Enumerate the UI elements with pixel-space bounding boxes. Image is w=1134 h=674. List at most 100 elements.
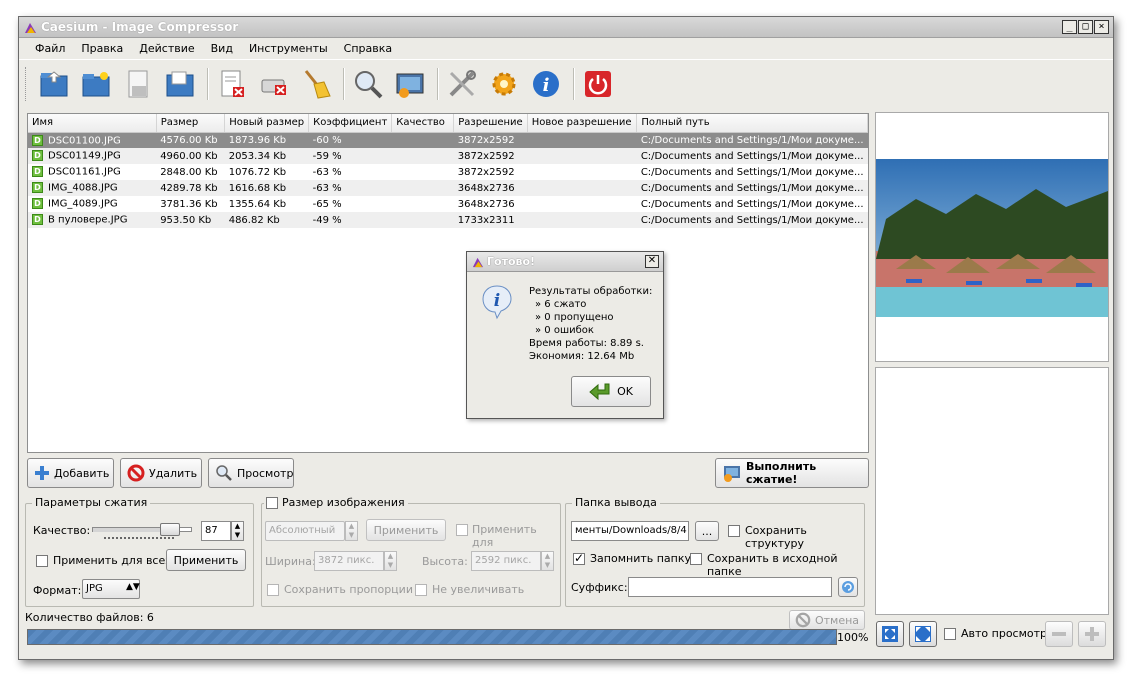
refresh-suffix-button[interactable] xyxy=(838,577,858,597)
forbidden-icon xyxy=(127,464,145,482)
col-size[interactable]: Размер xyxy=(156,114,226,133)
col-resolution[interactable]: Разрешение xyxy=(453,114,528,133)
width-spinner[interactable]: ▲ ▼ xyxy=(384,551,397,571)
quality-slider-fill xyxy=(93,528,163,532)
keep-structure-checkbox[interactable] xyxy=(728,525,740,537)
apply-all-label: Применить для всех xyxy=(53,554,172,567)
width-input[interactable]: 3872 пикс. xyxy=(314,551,384,571)
plus-disabled-icon xyxy=(1085,627,1099,641)
col-quality[interactable]: Качество xyxy=(391,114,455,133)
save-icon[interactable] xyxy=(119,65,157,103)
browse-button[interactable]: ... xyxy=(695,521,719,541)
quality-input[interactable]: 87 xyxy=(201,521,231,541)
table-row[interactable]: D IMG_4089.JPG 3781.36 Kb 1355.64 Kb -65 % 36… xyxy=(28,196,868,212)
zoom-in-button[interactable] xyxy=(1078,621,1106,647)
table-row[interactable]: D IMG_4088.JPG 4289.78 Kb 1616.68 Kb -63 % 36… xyxy=(28,180,868,196)
power-icon[interactable] xyxy=(579,65,617,103)
table-cell: 1873.96 Kb xyxy=(224,132,309,148)
remember-folder-checkbox[interactable] xyxy=(573,551,585,565)
cancel-button[interactable]: Отмена xyxy=(789,610,865,630)
quality-spinner[interactable]: ▲ ▼ xyxy=(231,521,244,541)
open-folder-icon[interactable] xyxy=(35,65,73,103)
table-cell: -59 % xyxy=(308,148,392,164)
table-cell: C:/Documents and Settings/1/Мои докуме..… xyxy=(636,148,868,164)
ok-button[interactable]: OK xyxy=(571,376,651,407)
output-path-input[interactable]: менты/Downloads/8/4 xyxy=(571,521,689,541)
image-size-checkbox[interactable] xyxy=(266,497,278,509)
format-label: Формат: xyxy=(33,584,82,597)
fullscreen-button[interactable] xyxy=(909,621,937,647)
file-type-icon: D xyxy=(32,134,43,146)
apply-for-checkbox[interactable] xyxy=(456,524,468,536)
remove-drive-icon[interactable] xyxy=(255,65,293,103)
search-icon[interactable] xyxy=(349,65,387,103)
resize-mode-select[interactable]: Абсолютный xyxy=(265,521,345,541)
toolbar-grip[interactable] xyxy=(25,66,29,101)
quality-slider-thumb[interactable] xyxy=(160,523,180,536)
clear-list-icon[interactable] xyxy=(213,65,251,103)
dialog-line-savings: Экономия: 12.64 Mb xyxy=(529,351,635,362)
suffix-input[interactable] xyxy=(628,577,832,597)
add-button[interactable]: Добавить xyxy=(27,458,114,488)
close-button[interactable]: × xyxy=(1094,20,1109,34)
compress-button[interactable]: Выполнить сжатие! xyxy=(715,458,869,488)
image-size-group-title: Размер изображения xyxy=(264,496,408,509)
height-spinner[interactable]: ▲ ▼ xyxy=(541,551,554,571)
minimize-button[interactable]: _ xyxy=(1062,20,1077,34)
col-ratio[interactable]: Коэффициент xyxy=(308,114,393,133)
save-all-icon[interactable] xyxy=(161,65,199,103)
table-row[interactable]: D В пуловере.JPG 953.50 Kb 486.82 Kb -49 % 17… xyxy=(28,212,868,228)
table-row[interactable]: D DSC01100.JPG 4576.00 Kb 1873.96 Kb -60 % 38… xyxy=(28,132,868,148)
table-cell xyxy=(391,212,454,228)
info-icon[interactable]: i xyxy=(527,65,565,103)
table-row[interactable]: D DSC01149.JPG 4960.00 Kb 2053.34 Kb -59 % 38… xyxy=(28,148,868,164)
col-full-path[interactable]: Полный путь xyxy=(636,114,868,133)
table-row[interactable]: D DSC01161.JPG 2848.00 Kb 1076.72 Kb -63 % 38… xyxy=(28,164,868,180)
no-enlarge-checkbox[interactable] xyxy=(415,584,427,596)
auto-preview-checkbox[interactable] xyxy=(944,628,956,640)
broom-icon[interactable] xyxy=(297,65,335,103)
delete-button[interactable]: Удалить xyxy=(120,458,202,488)
file-list[interactable]: Имя Размер Новый размер Коэффициент Каче… xyxy=(27,113,869,453)
keep-ratio-checkbox[interactable] xyxy=(267,584,279,596)
no-enlarge-label: Не увеличивать xyxy=(432,583,525,596)
preview-button[interactable]: Просмотр xyxy=(208,458,294,488)
fit-view-button[interactable] xyxy=(876,621,904,647)
table-cell: C:/Documents and Settings/1/Мои докуме..… xyxy=(636,212,868,228)
preview-image-icon[interactable] xyxy=(391,65,429,103)
col-new-resolution[interactable]: Новое разрешение xyxy=(527,114,638,133)
table-cell xyxy=(527,180,637,196)
menu-help[interactable]: Справка xyxy=(336,39,400,58)
table-cell: 953.50 Kb xyxy=(156,212,225,228)
settings-gear-icon[interactable] xyxy=(485,65,523,103)
save-in-source-checkbox[interactable] xyxy=(690,553,702,565)
menu-action[interactable]: Действие xyxy=(131,39,202,58)
file-name: DSC01149.JPG xyxy=(48,150,121,162)
table-cell: D DSC01149.JPG xyxy=(28,148,157,164)
menu-file[interactable]: Файл xyxy=(27,39,73,58)
height-input[interactable]: 2592 пикс. xyxy=(471,551,541,571)
table-cell xyxy=(392,164,454,180)
table-cell: -60 % xyxy=(308,132,392,148)
dialog-close-button[interactable]: ✕ xyxy=(645,255,659,268)
apply-resize-button[interactable]: Применить xyxy=(366,519,446,541)
cancel-forbidden-icon xyxy=(795,612,811,628)
window-title: Caesium - Image Compressor xyxy=(41,20,239,34)
apply-all-checkbox[interactable] xyxy=(36,555,48,567)
file-type-icon: D xyxy=(32,214,43,226)
menu-view[interactable]: Вид xyxy=(203,39,241,58)
col-new-size[interactable]: Новый размер xyxy=(224,114,310,133)
tools-icon[interactable] xyxy=(443,65,481,103)
menu-edit[interactable]: Правка xyxy=(73,39,131,58)
new-folder-icon[interactable] xyxy=(77,65,115,103)
zoom-out-button[interactable] xyxy=(1045,621,1073,647)
table-cell: D В пуловере.JPG xyxy=(28,212,157,228)
title-bar[interactable]: Caesium - Image Compressor _ □ × xyxy=(19,17,1113,38)
apply-compression-button[interactable]: Применить xyxy=(166,549,246,571)
menu-tools[interactable]: Инструменты xyxy=(241,39,336,58)
dialog-title-bar[interactable]: Готово! ✕ xyxy=(467,252,663,272)
resize-mode-arrows[interactable]: ▲ ▼ xyxy=(345,521,358,541)
col-name[interactable]: Имя xyxy=(28,114,157,133)
maximize-button[interactable]: □ xyxy=(1078,20,1093,34)
dialog-line-compressed: » 6 сжато xyxy=(535,299,587,310)
